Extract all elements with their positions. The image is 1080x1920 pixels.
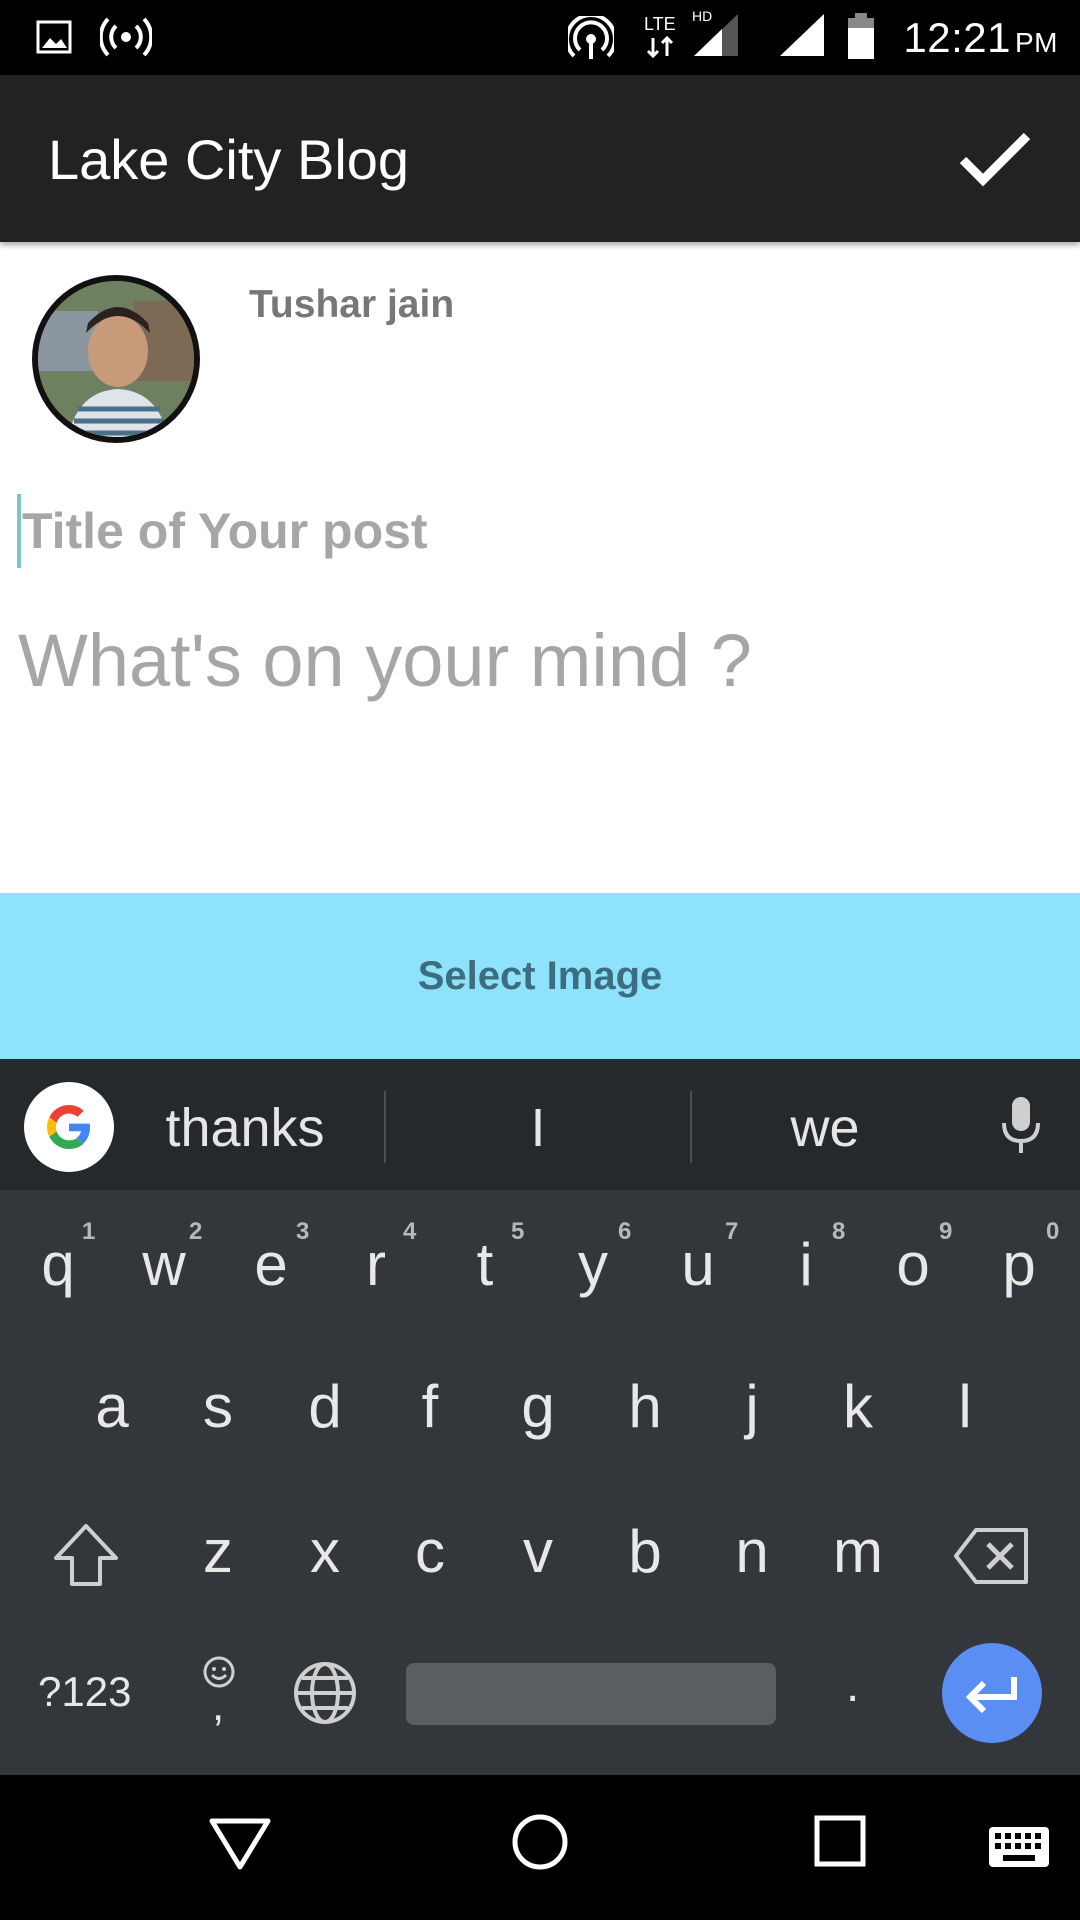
key-hint-7: 7 — [725, 1218, 739, 1245]
navigation-bar — [0, 1775, 1080, 1920]
key-m[interactable]: m — [808, 1522, 908, 1582]
key-l[interactable]: l — [915, 1377, 1015, 1437]
suggestion-divider — [690, 1091, 692, 1163]
backspace-icon — [954, 1528, 1028, 1584]
comma-label: , — [212, 1681, 225, 1730]
home-icon[interactable] — [511, 1813, 569, 1871]
space-bar[interactable] — [406, 1663, 776, 1725]
key-g[interactable]: g — [488, 1377, 588, 1437]
period-key[interactable]: . — [846, 1658, 859, 1713]
key-c[interactable]: c — [380, 1522, 480, 1582]
post-title-input[interactable] — [18, 492, 1062, 570]
avatar — [32, 275, 200, 443]
key-hint-5: 5 — [511, 1218, 525, 1245]
key-k[interactable]: k — [808, 1377, 908, 1437]
enter-key[interactable] — [942, 1643, 1042, 1743]
key-x[interactable]: x — [275, 1522, 375, 1582]
suggestion-3[interactable]: we — [730, 1097, 920, 1159]
key-hint-4: 4 — [403, 1218, 417, 1245]
submit-post-button[interactable] — [950, 115, 1040, 205]
clock-time: 12:21 — [903, 14, 1011, 61]
key-hint-9: 9 — [939, 1218, 953, 1245]
symbols-key[interactable]: ?123 — [38, 1668, 131, 1716]
hotspot-broadcast-icon — [100, 17, 152, 57]
globe-icon — [294, 1662, 356, 1724]
key-h[interactable]: h — [595, 1377, 695, 1437]
back-icon[interactable] — [208, 1815, 272, 1871]
suggestion-1[interactable]: thanks — [150, 1097, 340, 1159]
suggestion-bar: thanks I we — [0, 1059, 1080, 1190]
backspace-key[interactable] — [952, 1524, 1032, 1588]
key-hint-8: 8 — [832, 1218, 846, 1245]
app-title: Lake City Blog — [48, 128, 410, 191]
signal-hd-icon — [694, 14, 738, 56]
keyboard-icon[interactable] — [988, 1826, 1050, 1868]
user-name: Tushar jain — [249, 283, 455, 326]
check-icon — [959, 132, 1031, 187]
shift-key[interactable] — [50, 1520, 122, 1592]
google-icon — [47, 1105, 90, 1149]
wifi-calling-icon — [568, 16, 614, 59]
status-bar: LTE HD 12:21 PM — [0, 0, 1080, 75]
select-image-button[interactable]: Select Image — [0, 893, 1080, 1059]
key-a[interactable]: a — [62, 1377, 162, 1437]
key-hint-3: 3 — [296, 1218, 310, 1245]
app-bar: Lake City Blog — [0, 75, 1080, 242]
clock-ampm: PM — [1015, 27, 1058, 58]
status-time: 12:21 PM — [903, 14, 1058, 62]
language-key[interactable] — [292, 1660, 358, 1726]
key-hint-2: 2 — [189, 1218, 203, 1245]
key-f[interactable]: f — [380, 1377, 480, 1437]
enter-icon — [965, 1677, 1017, 1713]
key-hint-6: 6 — [618, 1218, 632, 1245]
suggestion-2[interactable]: I — [438, 1097, 638, 1159]
post-body-input[interactable] — [18, 610, 1058, 710]
google-logo-button[interactable] — [24, 1082, 114, 1172]
lte-label: LTE — [644, 14, 676, 34]
key-b[interactable]: b — [595, 1522, 695, 1582]
shift-icon — [54, 1524, 118, 1586]
microphone-icon[interactable] — [1000, 1095, 1042, 1155]
key-d[interactable]: d — [275, 1377, 375, 1437]
key-hint-0: 0 — [1046, 1218, 1060, 1245]
key-v[interactable]: v — [488, 1522, 588, 1582]
key-n[interactable]: n — [702, 1522, 802, 1582]
recents-icon[interactable] — [814, 1815, 866, 1867]
key-z[interactable]: z — [168, 1522, 268, 1582]
data-arrows-icon — [646, 36, 674, 58]
suggestion-divider — [384, 1091, 386, 1163]
key-s[interactable]: s — [168, 1377, 268, 1437]
key-j[interactable]: j — [702, 1377, 802, 1437]
avatar-photo — [38, 281, 194, 437]
image-icon — [36, 20, 72, 54]
key-hint-1: 1 — [82, 1218, 96, 1245]
signal-icon — [780, 14, 824, 56]
emoji-comma-key[interactable]: , — [196, 1655, 242, 1730]
battery-icon — [848, 13, 874, 59]
